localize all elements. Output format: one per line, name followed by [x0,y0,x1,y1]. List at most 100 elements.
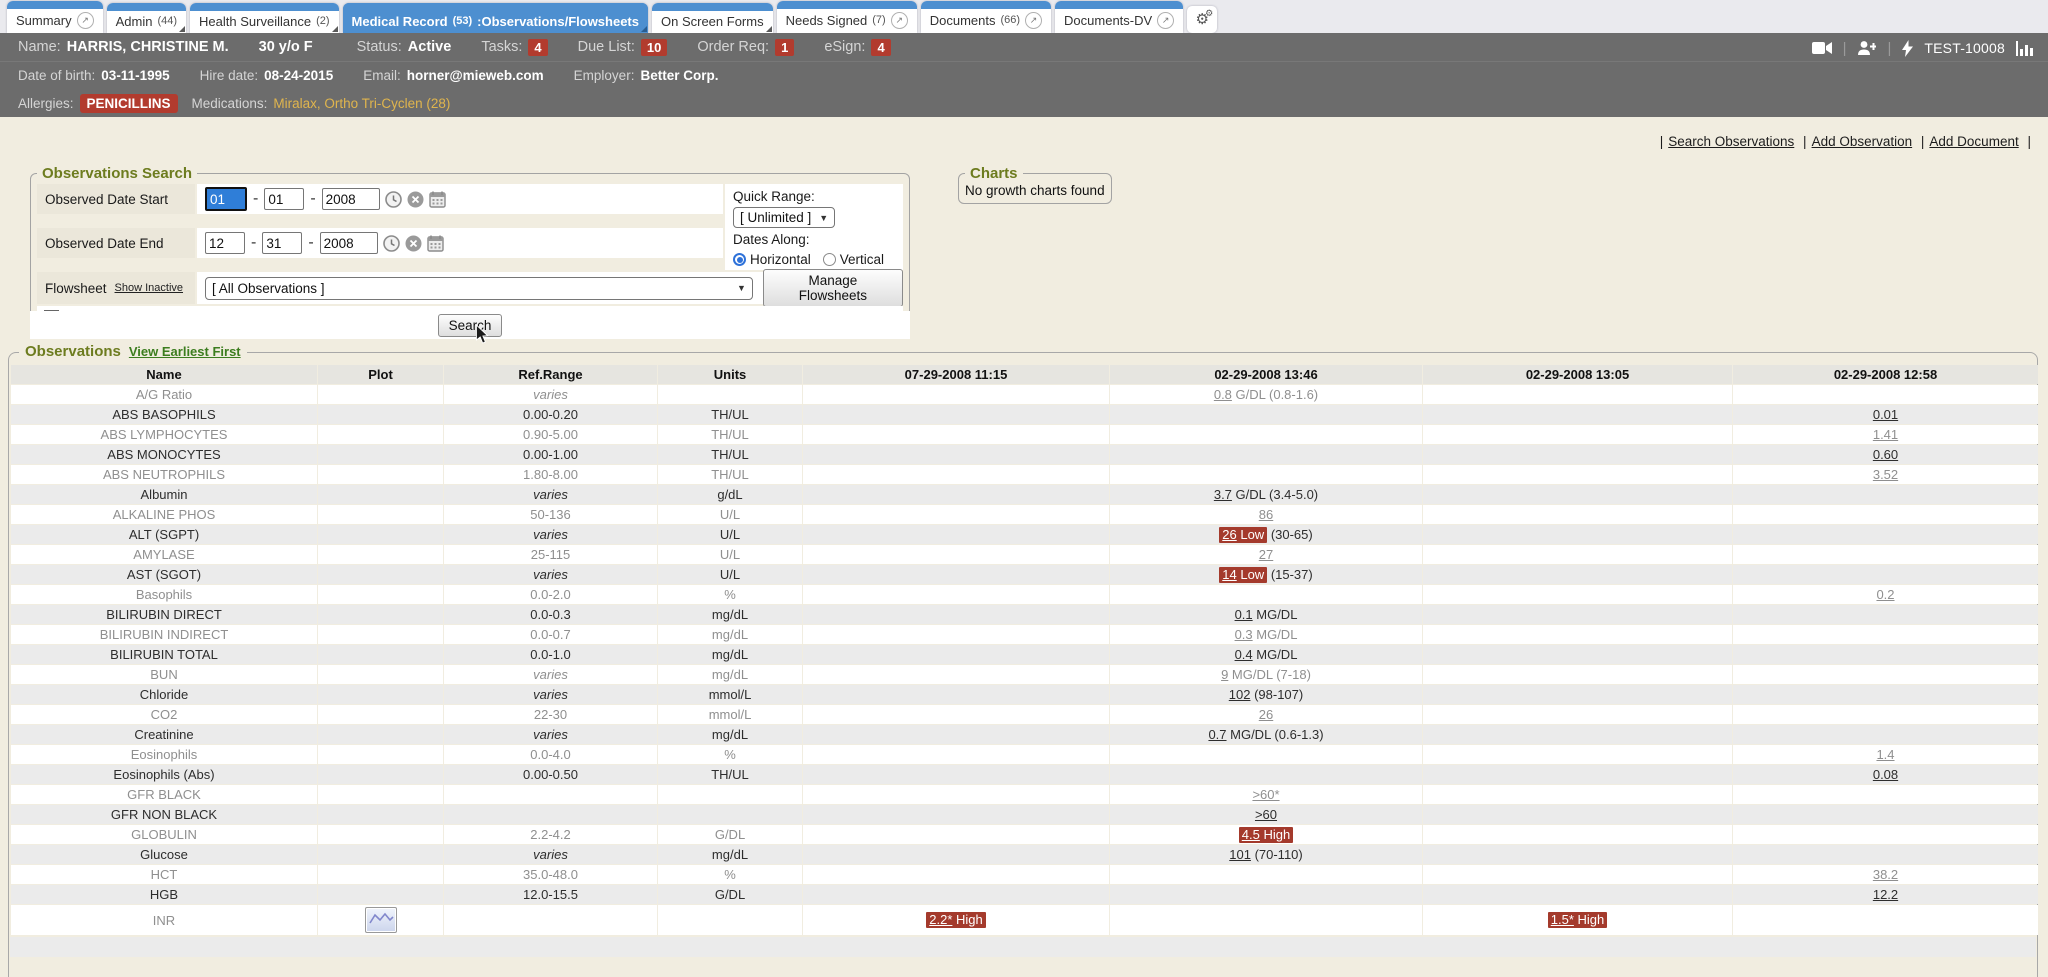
observation-value-link[interactable]: 101 [1229,847,1251,862]
manage-flowsheets-button[interactable]: Manage Flowsheets [763,269,903,307]
date-start-day-input[interactable] [264,188,304,210]
plot-cell [318,725,443,744]
video-camera-icon[interactable] [1812,41,1832,55]
observation-value-link[interactable]: 86 [1259,507,1273,522]
tab-on-screen-forms[interactable]: On Screen Forms [652,3,773,33]
search-observations-link[interactable]: Search Observations [1668,134,1794,149]
order-req-badge[interactable]: 1 [775,39,794,56]
observation-value-link[interactable]: 0.60 [1873,447,1898,462]
show-inactive-link[interactable]: Show Inactive [115,282,183,294]
view-earliest-first-link[interactable]: View Earliest First [129,344,241,359]
observation-cell: 14 Low (15-37) [1110,565,1422,584]
clear-date-icon[interactable] [407,191,424,208]
ref-range [444,905,657,935]
observation-cell [1733,905,2038,935]
observation-value-link[interactable]: 0.01 [1873,407,1898,422]
observation-value-link[interactable]: 38.2 [1873,867,1898,882]
allergies-label: Allergies: [18,96,74,111]
observation-cell [803,645,1109,664]
observation-name: Creatinine [11,725,317,744]
popout-icon[interactable]: ↗ [77,12,94,29]
tab-health-surveillance[interactable]: Health Surveillance(2) [190,3,338,33]
observation-value-link[interactable]: 1.41 [1873,427,1898,442]
date-end-day-input[interactable] [262,232,302,254]
observation-cell: 0.60 [1733,445,2038,464]
units: U/L [658,525,802,544]
popout-icon[interactable]: ↗ [891,12,908,29]
due-list-badge[interactable]: 10 [641,39,667,56]
tab-documents-dv[interactable]: Documents-DV↗ [1055,1,1183,33]
ref-range: 2.2-4.2 [444,825,657,844]
plot-cell [318,625,443,644]
tab-accent-bar [7,1,103,9]
flowsheet-select[interactable]: [ All Observations ] ▼ [205,277,753,300]
esign-badge[interactable]: 4 [871,39,890,56]
observation-value-link[interactable]: 26 [1222,527,1236,542]
observation-value-link[interactable]: >60 [1255,807,1277,822]
observation-value-link[interactable]: 0.7 [1208,727,1226,742]
calendar-icon[interactable] [427,235,444,252]
popout-icon[interactable]: ↗ [1157,12,1174,29]
tab-admin[interactable]: Admin(44) [107,3,186,33]
allergy-badge[interactable]: PENICILLINS [80,94,178,113]
observation-value-link[interactable]: 1.4 [1876,747,1894,762]
units: G/DL [658,825,802,844]
plot-sparkline-button[interactable] [365,907,397,933]
observation-value-link[interactable]: 3.7 [1214,487,1232,502]
observation-value-link[interactable]: >60* [1252,787,1279,802]
settings-tab[interactable]: ⚙ ⚙ [1187,6,1217,33]
add-user-icon[interactable] [1857,40,1876,56]
medication-link[interactable]: Miralax [273,96,317,111]
observation-value-link[interactable]: 12.2 [1873,887,1898,902]
date-start-year-input[interactable] [322,188,380,210]
ref-range: 0.0-4.0 [444,745,657,764]
popout-icon[interactable]: ↗ [1025,12,1042,29]
time-picker-icon[interactable] [385,191,402,208]
observation-value-link[interactable]: 102 [1229,687,1251,702]
observation-cell [1423,865,1732,884]
observation-cell [803,525,1109,544]
observation-value-link[interactable]: 3.52 [1873,467,1898,482]
calendar-icon[interactable] [429,191,446,208]
tab-label: Documents [930,13,996,28]
table-row-alkaline-phos: ALKALINE PHOS50-136U/L86 [11,505,2038,524]
observation-value-link[interactable]: 14 [1222,567,1236,582]
tasks-badge[interactable]: 4 [528,39,547,56]
quick-range-select[interactable]: [ Unlimited ] ▼ [733,207,835,228]
tab-needs-signed[interactable]: Needs Signed(7)↗ [777,1,917,33]
radio-vertical[interactable]: Vertical [823,252,884,267]
observation-value-link[interactable]: 1.5* [1551,912,1574,927]
date-start-month-input[interactable] [205,187,247,211]
observation-cell [1423,645,1732,664]
observation-value-link[interactable]: 2.2* [929,912,952,927]
observation-value-link[interactable]: 0.4 [1235,647,1253,662]
tab-summary[interactable]: Summary↗ [7,1,103,33]
tab-label: Admin [116,14,153,29]
add-observation-link[interactable]: Add Observation [1812,134,1913,149]
tab-medical-record-observations-flowsheets[interactable]: Medical Record(53):Observations/Flowshee… [343,3,648,33]
table-row-gfr-non-black: GFR NON BLACK>60 [11,805,2038,824]
add-document-link[interactable]: Add Document [1929,134,2018,149]
lightning-icon[interactable] [1902,40,1913,57]
observation-value-link[interactable]: 0.2 [1876,587,1894,602]
tab-documents[interactable]: Documents(66)↗ [921,1,1051,33]
clear-date-icon[interactable] [405,235,422,252]
search-button[interactable]: Search [438,314,503,337]
observation-cell: 4.5 High [1110,825,1422,844]
observation-value-link[interactable]: 4.5 [1242,827,1260,842]
observation-name: HGB [11,885,317,904]
observation-value-link[interactable]: 0.8 [1214,387,1232,402]
medication-link[interactable]: Ortho Tri-Cyclen (28) [324,96,450,111]
radio-horizontal[interactable]: Horizontal [733,252,811,267]
observation-value-link[interactable]: 26 [1259,707,1273,722]
time-picker-icon[interactable] [383,235,400,252]
bar-chart-icon[interactable] [2016,41,2034,56]
observation-value-link[interactable]: 27 [1259,547,1273,562]
date-end-month-input[interactable] [205,232,245,254]
plot-cell [318,865,443,884]
column-header-units: Units [658,365,802,384]
date-end-year-input[interactable] [320,232,378,254]
observation-value-link[interactable]: 0.08 [1873,767,1898,782]
observation-value-link[interactable]: 0.1 [1235,607,1253,622]
observation-value-link[interactable]: 0.3 [1235,627,1253,642]
